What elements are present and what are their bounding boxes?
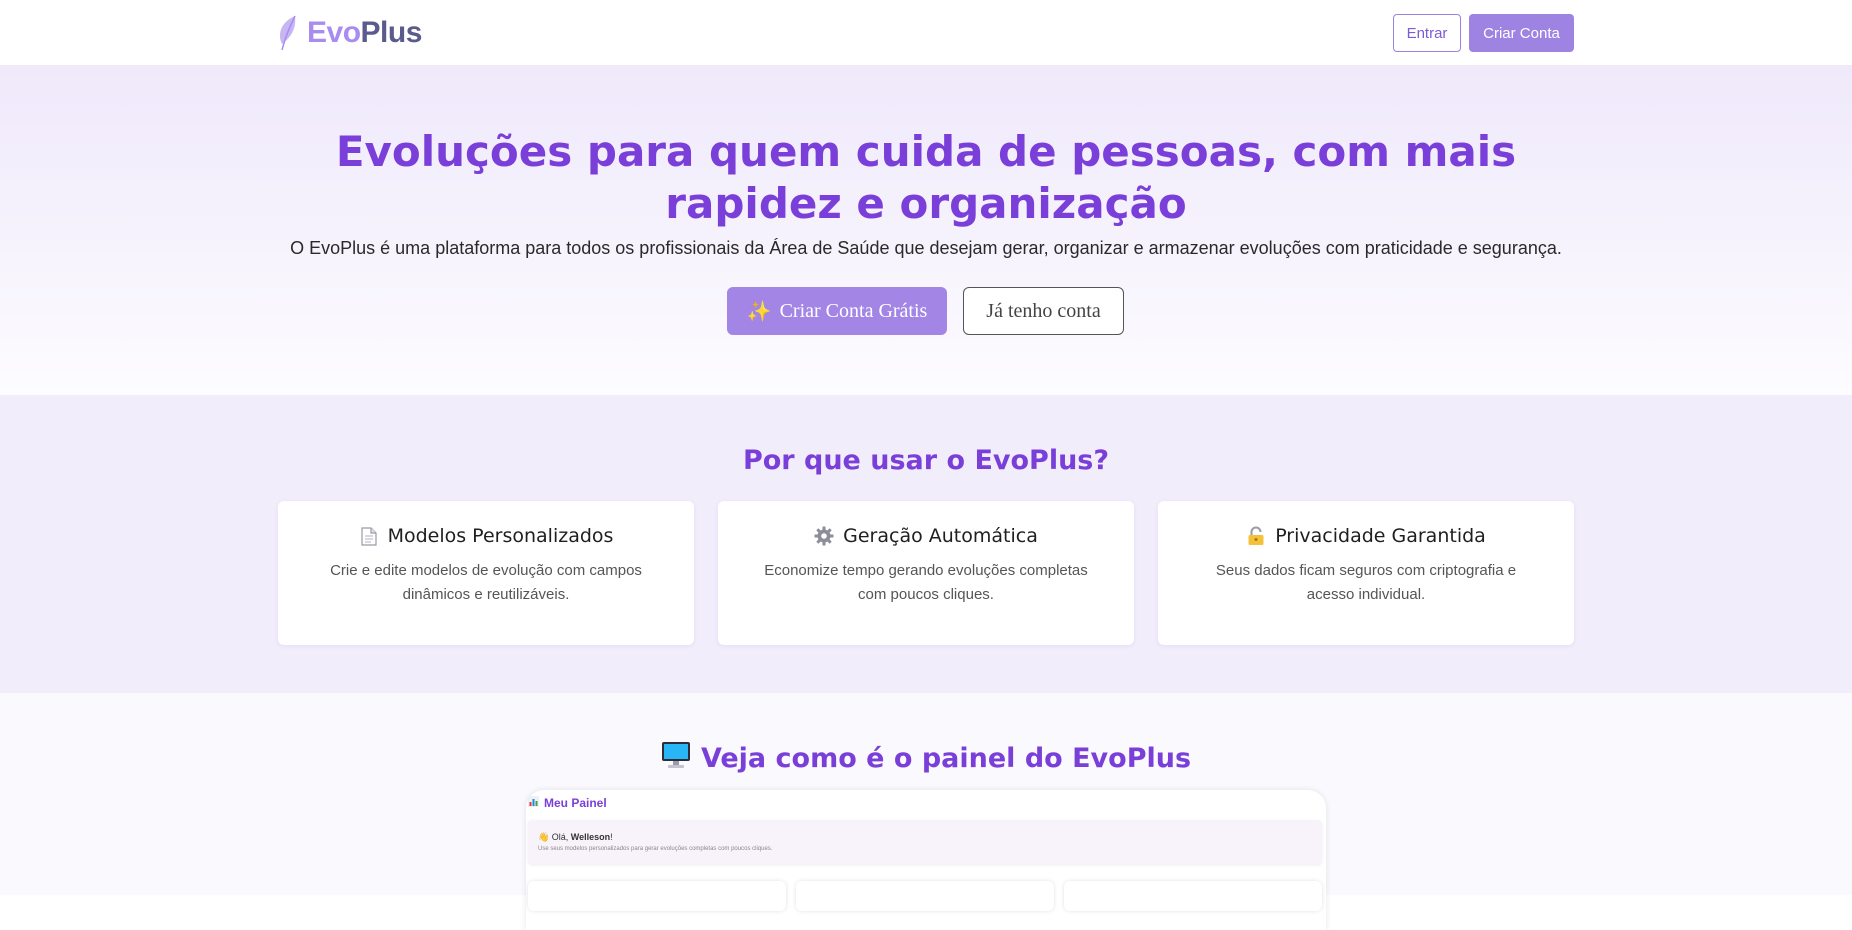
mock-greeting: 👋 Olá, Welleson! (538, 832, 613, 843)
mock-header-text: Meu Painel (544, 796, 607, 810)
hero-title: Evoluções para quem cuida de pessoas, co… (335, 127, 1517, 228)
feature-description: Seus dados ficam seguros com criptografi… (1215, 562, 1517, 603)
feature-card-privacy: Privacidade Garantida Seus dados ficam s… (1158, 501, 1574, 645)
leaf-icon (279, 15, 296, 51)
feature-card-templates: Modelos Personalizados Crie e edite mode… (278, 501, 694, 645)
logo[interactable]: Evo Plus (277, 12, 422, 54)
wave-icon: 👋 (538, 832, 550, 842)
preview-title: Veja como é o painel do EvoPlus (0, 741, 1852, 776)
preview-title-brand: EvoPlus (1072, 743, 1192, 774)
mock-card (1064, 881, 1322, 911)
preview-title-text: Veja como é o painel do (700, 743, 1073, 774)
have-account-button[interactable]: Já tenho conta (963, 287, 1124, 335)
signup-button[interactable]: Criar Conta (1469, 14, 1574, 52)
dashboard-screenshot: Meu Painel 👋 Olá, Welleson! Use seus mod… (526, 790, 1326, 930)
feature-description: Crie e edite modelos de evolução com cam… (330, 562, 642, 603)
bar-chart-icon (528, 796, 539, 810)
mock-header: Meu Painel (528, 796, 607, 810)
features-section: Por que usar o EvoPlus? Modelos Personal… (0, 395, 1852, 693)
features-title: Por que usar o EvoPlus? (742, 445, 1110, 476)
hero-section: Evoluções para quem cuida de pessoas, co… (0, 66, 1852, 395)
mock-welcome-banner: 👋 Olá, Welleson! Use seus modelos person… (528, 820, 1322, 864)
gear-icon (814, 526, 834, 546)
feature-title: Modelos Personalizados (387, 525, 614, 547)
feature-title: Privacidade Garantida (1275, 525, 1486, 547)
panel-preview-section: Veja como é o painel do EvoPlus Meu Pain… (0, 693, 1852, 930)
mock-greeting-end: ! (610, 832, 613, 842)
lock-icon (1246, 526, 1266, 546)
logo-text-evo: Evo (307, 16, 361, 49)
create-free-account-label: Criar Conta Grátis (779, 299, 928, 322)
create-free-account-button[interactable]: ✨ Criar Conta Grátis (727, 287, 947, 335)
feature-description: Economize tempo gerando evoluções comple… (764, 562, 1088, 603)
hero-subtitle: O EvoPlus é uma plataforma para todos os… (290, 238, 1562, 258)
mock-hint: Use seus modelos personalizados para ger… (538, 846, 773, 852)
feature-card-automatic: Geração Automática Economize tempo geran… (718, 501, 1134, 645)
mock-card (796, 881, 1054, 911)
feature-title: Geração Automática (843, 525, 1038, 547)
sparkle-icon: ✨ (746, 300, 772, 323)
mock-greeting-text: Olá, (551, 832, 571, 842)
top-navbar: Evo Plus Entrar Criar Conta (0, 0, 1852, 66)
mock-card (528, 881, 786, 911)
document-icon (359, 526, 379, 546)
mock-user-name: Welleson (570, 832, 611, 842)
computer-icon (661, 741, 691, 776)
logo-text-plus: Plus (360, 16, 423, 49)
login-button[interactable]: Entrar (1393, 14, 1461, 52)
